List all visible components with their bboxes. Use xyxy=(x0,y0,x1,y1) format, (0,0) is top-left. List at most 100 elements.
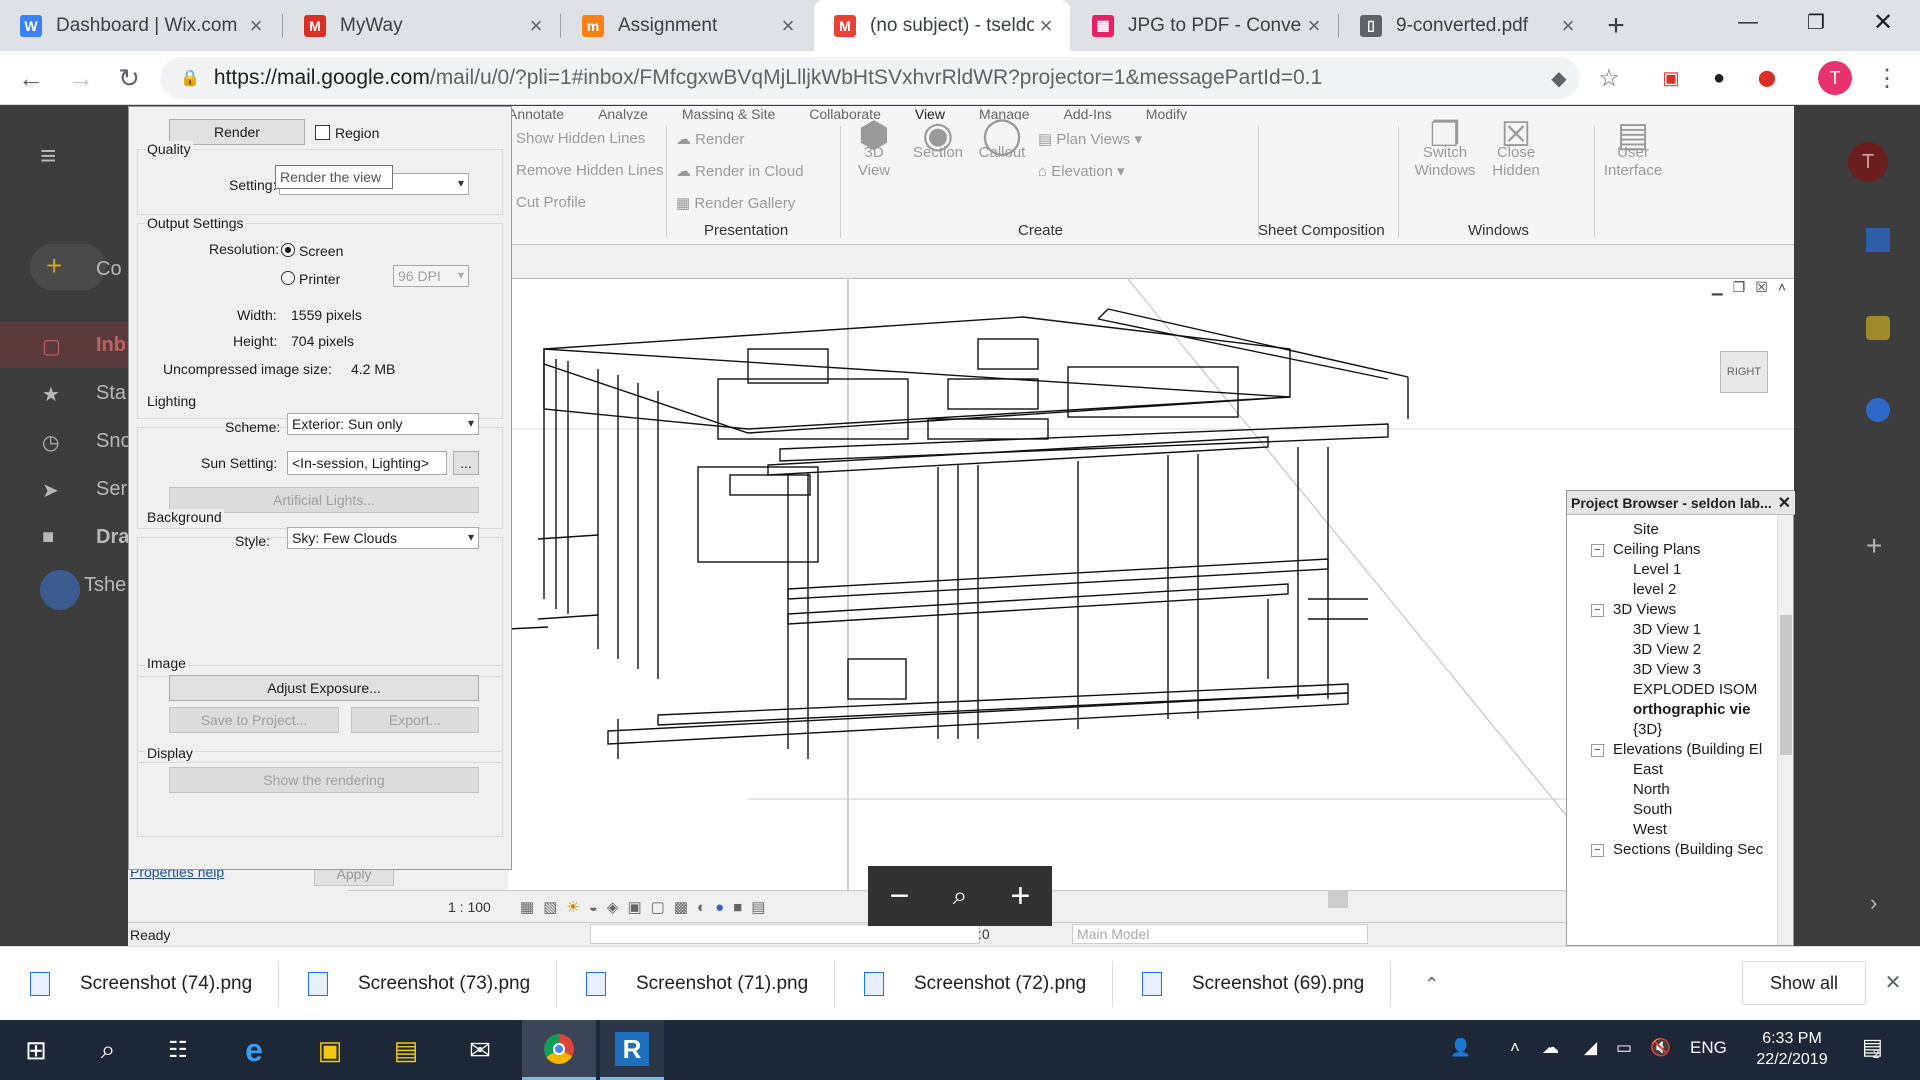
collapse-toggle-icon[interactable]: − xyxy=(1591,544,1604,557)
show-all-button[interactable]: Show all xyxy=(1742,961,1866,1005)
project-browser-scrollbar xyxy=(1777,515,1793,945)
screen-radio[interactable] xyxy=(281,243,295,257)
zoom-in-button[interactable]: + xyxy=(1011,877,1031,916)
bookmark-star-icon[interactable]: ☆ xyxy=(1590,59,1628,97)
crop-region-icon: ▢ xyxy=(650,899,665,916)
scheme-select[interactable]: Exterior: Sun only ▾ xyxy=(287,413,479,435)
nav-sent: Ser xyxy=(96,478,128,500)
printer-radio[interactable] xyxy=(281,271,295,285)
language-indicator[interactable]: ENG xyxy=(1690,1038,1727,1058)
tab-4[interactable]: ▦ JPG to PDF - Convert × xyxy=(1072,0,1338,51)
browser-tree-item[interactable]: Level 1 xyxy=(1633,561,1681,578)
edge-icon[interactable]: e xyxy=(222,1020,286,1080)
export-button[interactable]: Export... xyxy=(351,707,479,733)
forward-arrow-icon[interactable]: → xyxy=(62,59,100,97)
windows-start-icon[interactable]: ⊞ xyxy=(4,1020,68,1080)
browser-tree-item[interactable]: West xyxy=(1633,821,1667,838)
moodle-icon: m xyxy=(582,14,604,37)
browser-tree-item[interactable]: 3D View 1 xyxy=(1633,621,1701,638)
wifi-icon[interactable]: ◢ xyxy=(1584,1038,1597,1058)
people-icon[interactable]: 👤 xyxy=(1450,1038,1471,1058)
sun-setting-field[interactable]: <In-session, Lighting> xyxy=(287,451,447,475)
height-value: 704 pixels xyxy=(291,333,355,349)
browser-tree-item[interactable]: orthographic vie xyxy=(1633,701,1751,718)
file-explorer-icon[interactable]: ▤ xyxy=(374,1020,438,1080)
tab-3[interactable]: M (no subject) - tseldon × xyxy=(814,0,1070,51)
battery-icon[interactable]: ▭ xyxy=(1616,1038,1632,1058)
close-shelf-icon[interactable]: ✕ xyxy=(1878,967,1908,997)
close-tab-icon[interactable]: × xyxy=(1034,13,1058,39)
browser-tree-item[interactable]: EXPLODED ISOM xyxy=(1633,681,1757,698)
extension-chat-icon[interactable]: ● xyxy=(1700,59,1738,97)
dpi-select[interactable]: 96 DPI ▾ xyxy=(393,265,469,287)
download-item[interactable]: Screenshot (71).png⌃ xyxy=(586,947,883,1021)
collapse-toggle-icon[interactable]: − xyxy=(1591,844,1604,857)
browser-tree-item[interactable]: 3D View 3 xyxy=(1633,661,1701,678)
close-tab-icon[interactable]: × xyxy=(1302,13,1326,39)
close-window-icon[interactable]: ✕ xyxy=(1850,0,1916,44)
close-tab-icon[interactable]: × xyxy=(1556,13,1580,39)
extension-adblock-icon[interactable]: ⬤ xyxy=(1748,59,1786,97)
mail-icon[interactable]: ✉ xyxy=(448,1020,512,1080)
profile-avatar[interactable]: T xyxy=(1818,61,1852,95)
browser-tree-item[interactable]: Site xyxy=(1633,521,1659,538)
download-item[interactable]: Screenshot (73).png⌃ xyxy=(308,947,605,1021)
collapse-toggle-icon[interactable]: − xyxy=(1591,604,1604,617)
browser-tree-item[interactable]: Ceiling Plans xyxy=(1613,541,1701,558)
background-style-select[interactable]: Sky: Few Clouds ▾ xyxy=(287,527,479,549)
browser-tree-item[interactable]: 3D Views xyxy=(1613,601,1676,618)
chevron-right-icon: › xyxy=(1870,890,1878,915)
windows-icon: ❐ xyxy=(1429,116,1461,154)
close-tab-icon[interactable]: × xyxy=(524,13,548,39)
zoom-fit-icon[interactable]: ⌕ xyxy=(953,880,968,912)
onedrive-icon[interactable]: ☁ xyxy=(1542,1038,1559,1058)
collapse-toggle-icon[interactable]: − xyxy=(1591,744,1604,757)
region-checkbox[interactable] xyxy=(315,125,330,140)
download-item[interactable]: Screenshot (72).png⌃ xyxy=(864,947,1161,1021)
chrome-icon[interactable] xyxy=(522,1020,596,1080)
close-tab-icon[interactable]: × xyxy=(244,13,268,39)
download-item[interactable]: Screenshot (69).png ⌃ xyxy=(1142,947,1439,1021)
minimize-icon[interactable]: — xyxy=(1715,0,1781,44)
tab-0[interactable]: W Dashboard | Wix.com × xyxy=(0,0,280,51)
tab-2[interactable]: m Assignment × xyxy=(562,0,812,51)
browser-tree-item[interactable]: East xyxy=(1633,761,1663,778)
browser-tree-item[interactable]: Elevations (Building El xyxy=(1613,741,1762,758)
new-tab-button[interactable]: + xyxy=(1596,0,1636,51)
browser-tree-item[interactable]: {3D} xyxy=(1633,721,1662,738)
tab-1[interactable]: M MyWay × xyxy=(284,0,560,51)
back-arrow-icon[interactable]: ← xyxy=(12,59,50,97)
tray-chevron-icon[interactable]: ˄ xyxy=(1510,1038,1520,1058)
menu-kebab-icon[interactable]: ⋮ xyxy=(1868,59,1906,97)
search-icon[interactable]: ⌕ xyxy=(76,1020,140,1080)
tracking-icon[interactable]: ◆ xyxy=(1540,59,1578,97)
browser-tree-item[interactable]: South xyxy=(1633,801,1672,818)
reload-icon[interactable]: ↻ xyxy=(110,59,148,97)
revit-icon[interactable]: R xyxy=(600,1020,664,1080)
zoom-out-button[interactable]: − xyxy=(890,877,910,916)
clock[interactable]: 6:33 PM 22/2/2019 xyxy=(1752,1028,1832,1070)
restore-icon[interactable]: ❐ xyxy=(1783,0,1849,44)
extension-pocket-icon[interactable]: ▣ xyxy=(1652,59,1690,97)
browser-tree-item[interactable]: level 2 xyxy=(1633,581,1676,598)
lighting-label: Lighting xyxy=(145,393,199,409)
tab-5[interactable]: ▯ 9-converted.pdf × xyxy=(1340,0,1592,51)
task-view-icon[interactable]: ☷ xyxy=(146,1020,210,1080)
browser-tree-item[interactable]: North xyxy=(1633,781,1670,798)
notification-icon[interactable]: ▤2 xyxy=(1862,1034,1889,1061)
image-label: Image xyxy=(145,655,188,671)
star-icon: ★ xyxy=(42,384,60,406)
chevron-up-icon[interactable]: ⌃ xyxy=(1424,974,1439,995)
adjust-exposure-button[interactable]: Adjust Exposure... xyxy=(169,675,479,701)
volume-muted-icon[interactable]: 🔇 xyxy=(1650,1038,1671,1058)
download-item[interactable]: Screenshot (74).png⌃ xyxy=(30,947,327,1021)
close-tab-icon[interactable]: × xyxy=(776,13,800,39)
show-rendering-button[interactable]: Show the rendering xyxy=(169,767,479,793)
sun-setting-browse-button[interactable]: ... xyxy=(453,451,479,475)
store-icon[interactable]: ▣ xyxy=(298,1020,362,1080)
browser-tree-item[interactable]: 3D View 2 xyxy=(1633,641,1701,658)
save-to-project-button[interactable]: Save to Project... xyxy=(169,707,339,733)
address-bar[interactable]: 🔒 https://mail.google.com/mail/u/0/?pli=… xyxy=(160,57,1580,99)
myway-icon: M xyxy=(304,14,326,37)
browser-tree-item[interactable]: Sections (Building Sec xyxy=(1613,841,1763,858)
